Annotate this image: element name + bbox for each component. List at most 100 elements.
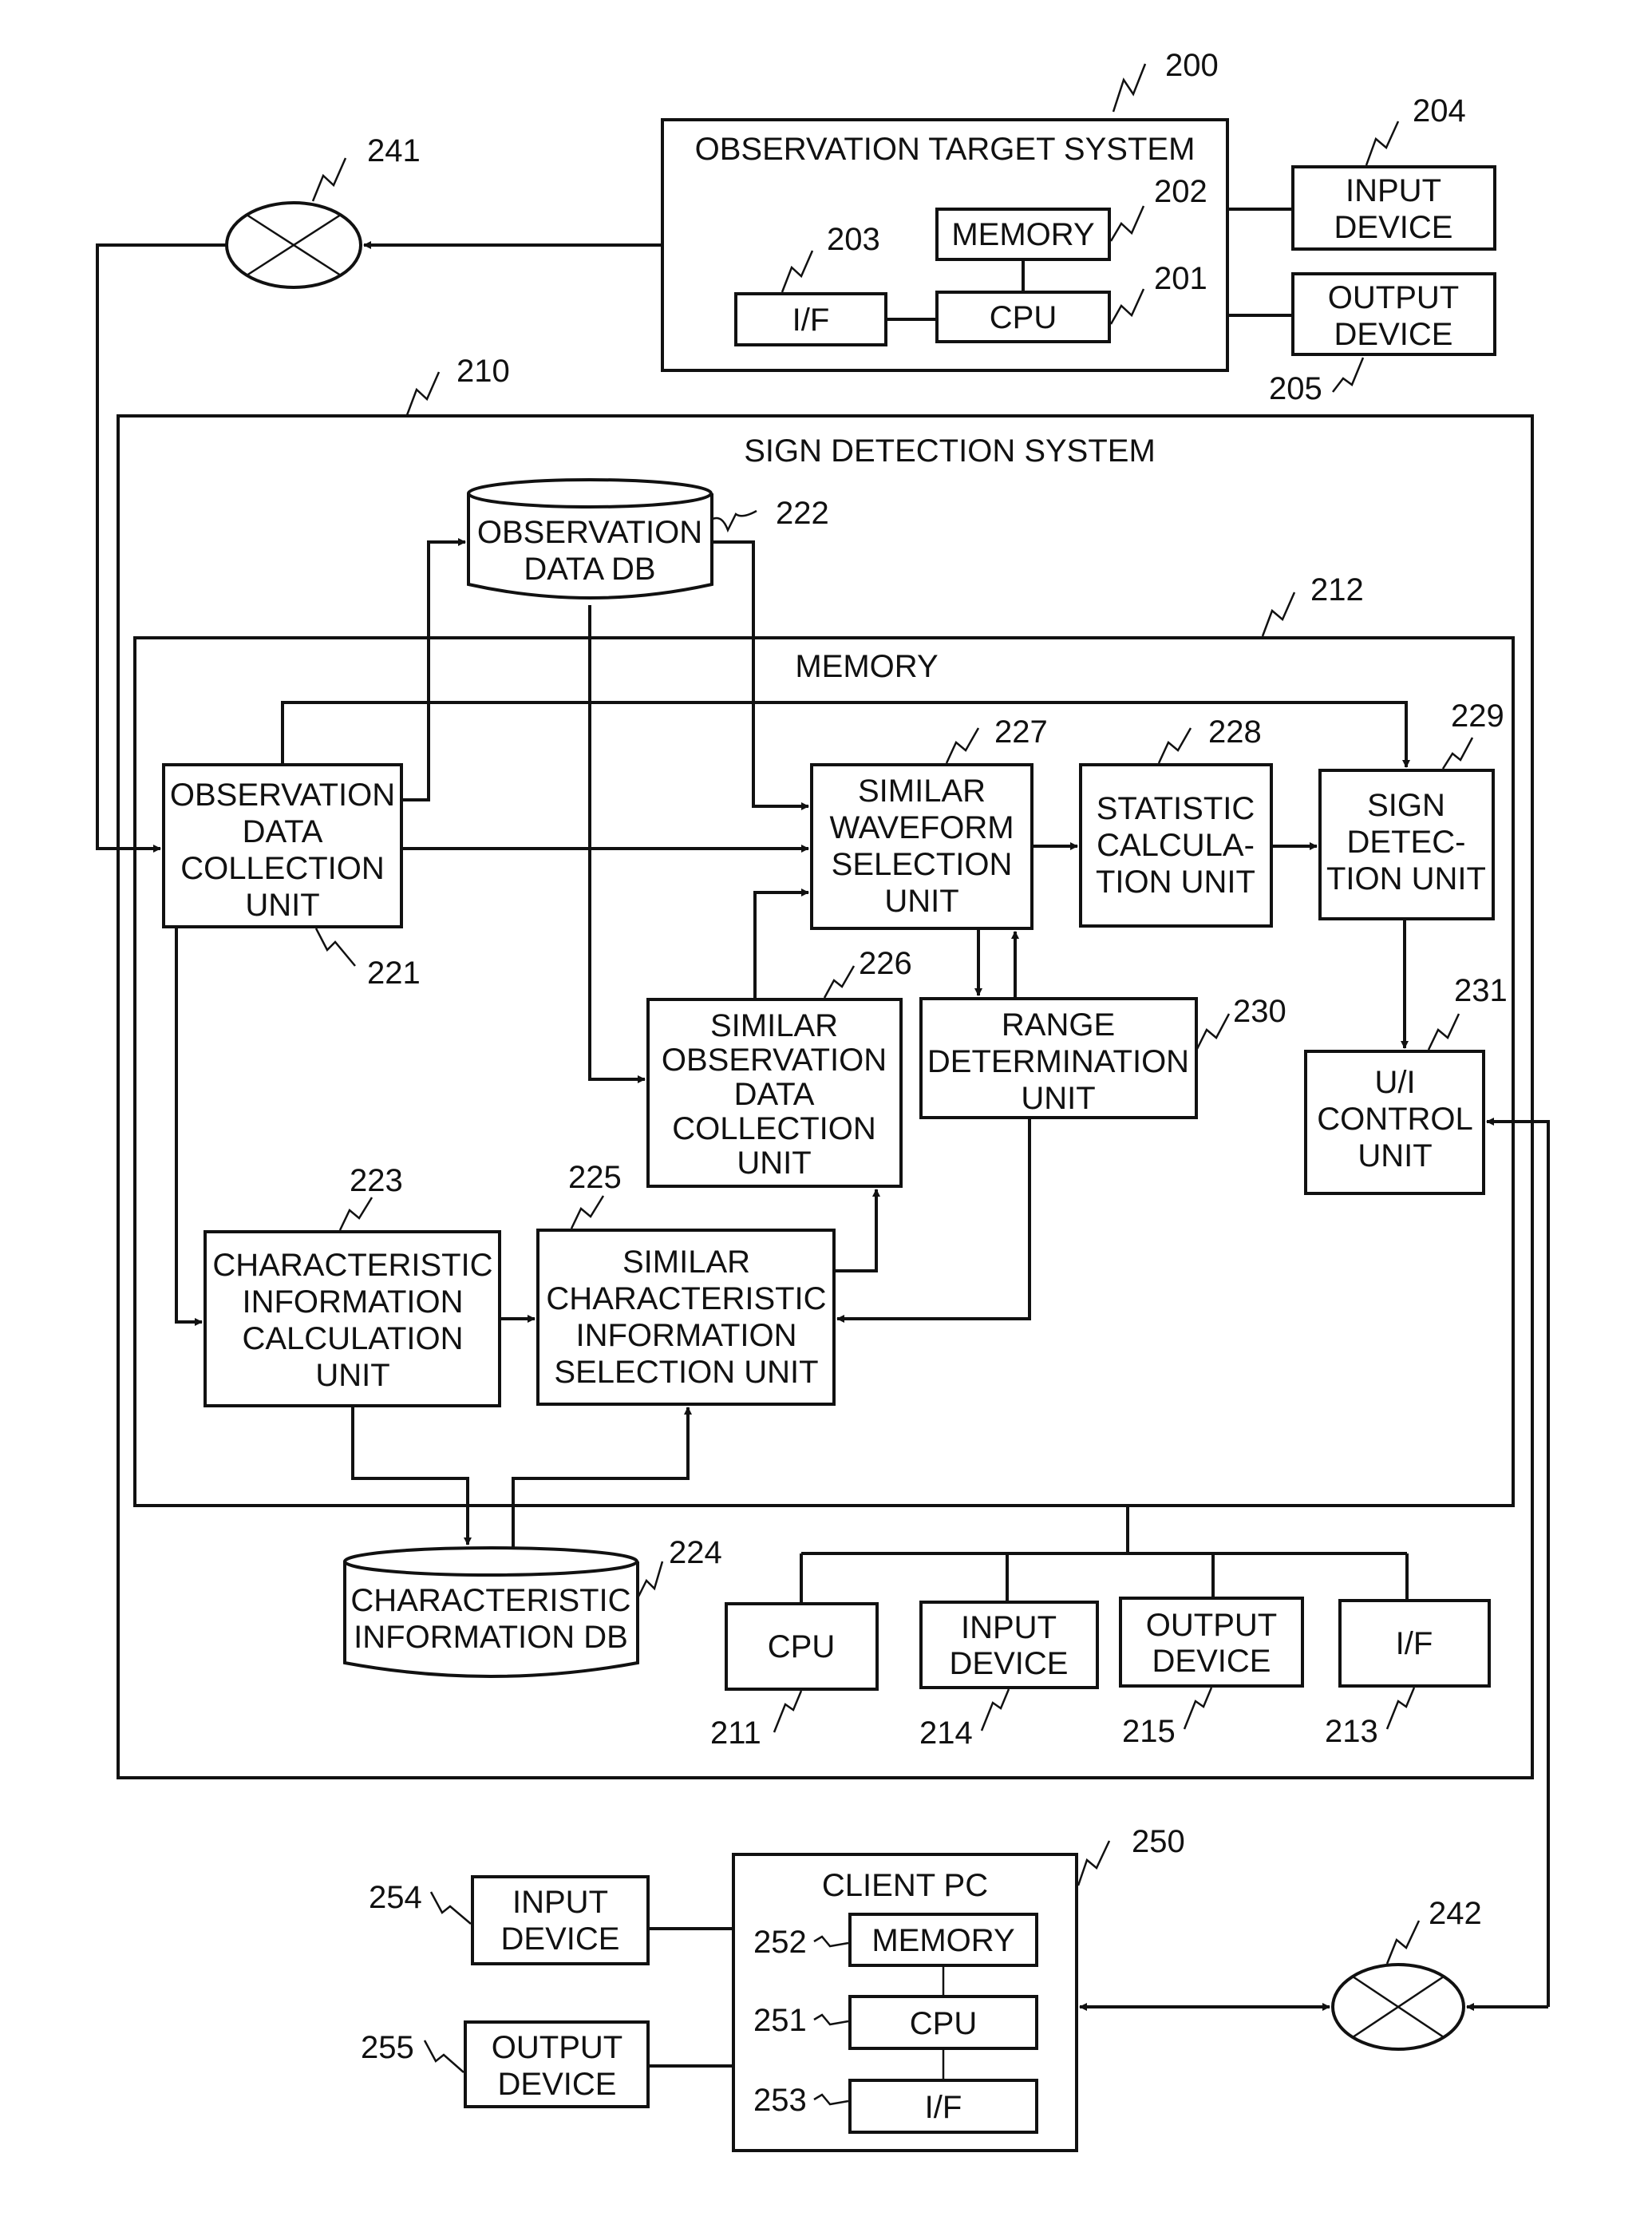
ref-225: 225 xyxy=(568,1160,622,1195)
range-line2: DETERMINATION xyxy=(927,1044,1189,1079)
hardware-bus xyxy=(800,1506,1409,1604)
stat-line1: STATISTIC xyxy=(1097,791,1255,826)
ref-254: 254 xyxy=(369,1880,422,1915)
leader-250 xyxy=(1077,1840,1111,1886)
interface-213: I/F 213 xyxy=(1325,1599,1491,1749)
target-output-device-line1: OUTPUT xyxy=(1328,280,1459,315)
ref-215: 215 xyxy=(1122,1714,1176,1749)
cidb-line2: INFORMATION DB xyxy=(354,1620,628,1655)
sign-detection-system: SIGN DETECTION SYSTEM 210 OBSERVATION DA… xyxy=(117,354,1534,1779)
network-to-ui-arrow xyxy=(1486,1118,1550,2007)
leader-224 xyxy=(637,1561,664,1597)
leader-214 xyxy=(980,1688,1010,1731)
target-cpu-label: CPU xyxy=(990,300,1057,335)
leader-213 xyxy=(1385,1687,1416,1730)
sign-detection-system-title: SIGN DETECTION SYSTEM xyxy=(744,433,1156,469)
ui-line1: U/I xyxy=(1374,1065,1415,1100)
sign-detection-unit: SIGN DETEC- TION UNIT 229 xyxy=(1318,698,1504,920)
ref-253: 253 xyxy=(753,2083,807,2118)
sodc-line3: DATA xyxy=(734,1077,815,1112)
odc-line3: COLLECTION xyxy=(180,851,385,886)
range-line1: RANGE xyxy=(1002,1007,1115,1043)
leader-226 xyxy=(823,965,856,999)
ref-250: 250 xyxy=(1132,1824,1185,1859)
observation-data-collection-unit: OBSERVATION DATA COLLECTION UNIT 221 xyxy=(162,763,421,991)
ui-control-unit: U/I CONTROL UNIT 231 xyxy=(1304,973,1508,1195)
leader-225 xyxy=(570,1195,605,1229)
block-diagram: marker#arr path { } OBSERVATION TARGET S… xyxy=(96,48,1550,2152)
leader-231 xyxy=(1427,1013,1460,1051)
observation-data-db-line1: OBSERVATION xyxy=(477,515,702,550)
ref-230: 230 xyxy=(1233,994,1286,1029)
observation-data-db: OBSERVATION DATA DB 222 xyxy=(467,478,829,600)
sws-line3: SELECTION xyxy=(832,847,1013,882)
stat-line2: CALCULA- xyxy=(1097,828,1255,863)
leader-242 xyxy=(1385,1920,1421,1965)
sdu-line1: SIGN xyxy=(1367,788,1445,823)
input-214-line1: INPUT xyxy=(961,1610,1057,1645)
sodc-line5: UNIT xyxy=(737,1146,811,1181)
ref-252: 252 xyxy=(753,1925,807,1960)
obsdb-to-similar-obs-arrow xyxy=(588,605,646,1083)
ref-203: 203 xyxy=(827,222,880,257)
sodc-line4: COLLECTION xyxy=(672,1111,876,1146)
observation-data-db-line2: DATA DB xyxy=(524,552,655,587)
ref-226: 226 xyxy=(859,946,912,981)
leader-200 xyxy=(1112,63,1147,113)
leader-215 xyxy=(1183,1687,1213,1730)
observation-data-db-top xyxy=(467,478,713,509)
leader-228 xyxy=(1157,727,1192,764)
target-output-device: OUTPUT DEVICE 205 xyxy=(1227,272,1496,406)
leader-227 xyxy=(945,727,980,764)
characteristic-information-db-top xyxy=(343,1546,638,1577)
characteristic-information-db: CHARACTERISTIC INFORMATION DB 224 xyxy=(343,1535,722,1678)
output-215-line1: OUTPUT xyxy=(1146,1608,1277,1643)
char-calc-to-chardb-arrow xyxy=(351,1406,472,1545)
similar-char-to-similar-obs-arrow xyxy=(834,1189,880,1272)
leader-211 xyxy=(773,1690,803,1733)
statistic-calculation-unit: STATISTIC CALCULA- TION UNIT 228 xyxy=(1079,714,1273,928)
odc-line2: DATA xyxy=(243,814,323,849)
ref-204: 204 xyxy=(1413,93,1466,129)
ui-line3: UNIT xyxy=(1358,1138,1432,1173)
cic-line4: UNIT xyxy=(315,1358,389,1393)
network-241: 241 xyxy=(225,133,421,289)
ui-line2: CONTROL xyxy=(1317,1102,1473,1137)
leader-230 xyxy=(1196,1013,1231,1050)
client-output-device: OUTPUT DEVICE 255 xyxy=(361,2020,733,2108)
client-memory-label: MEMORY xyxy=(871,1923,1014,1958)
ref-242: 242 xyxy=(1429,1896,1482,1931)
leader-205 xyxy=(1332,357,1365,393)
network-242: 242 xyxy=(1331,1896,1482,2051)
cpu-211: CPU 211 xyxy=(710,1602,879,1751)
cic-line2: INFORMATION xyxy=(242,1284,463,1320)
collection-to-obsdb-arrow xyxy=(401,538,466,801)
cpu-211-label: CPU xyxy=(768,1629,835,1664)
client-cpu-label: CPU xyxy=(910,2006,977,2041)
sws-line2: WAVEFORM xyxy=(829,810,1014,845)
chardb-to-similar-char-arrow xyxy=(512,1407,692,1549)
similar-obs-to-waveform-arrow xyxy=(753,888,809,999)
sws-line4: UNIT xyxy=(884,884,958,919)
ref-255: 255 xyxy=(361,2030,414,2065)
target-input-device-line2: DEVICE xyxy=(1334,210,1453,245)
ref-214: 214 xyxy=(919,1716,973,1751)
ref-221: 221 xyxy=(367,956,421,991)
range-determination-unit: RANGE DETERMINATION UNIT 230 xyxy=(919,994,1286,1119)
odc-line4: UNIT xyxy=(245,888,319,923)
sodc-line1: SIMILAR xyxy=(710,1008,838,1043)
target-output-device-line2: DEVICE xyxy=(1334,317,1453,352)
sws-line1: SIMILAR xyxy=(858,774,986,809)
client-pc: CLIENT PC 250 MEMORY CPU I/F 252 251 253 xyxy=(732,1824,1185,2152)
leader-204 xyxy=(1365,121,1400,166)
ref-201: 201 xyxy=(1154,261,1207,296)
cidb-line1: CHARACTERISTIC xyxy=(350,1583,630,1618)
ref-212: 212 xyxy=(1310,572,1364,607)
leader-241 xyxy=(311,157,347,202)
target-memory-label: MEMORY xyxy=(951,217,1094,252)
ref-251: 251 xyxy=(753,2003,807,2038)
input-device-214: INPUT DEVICE 214 xyxy=(919,1601,1099,1751)
ref-223: 223 xyxy=(350,1163,403,1198)
leader-255 xyxy=(423,2040,464,2073)
leader-223 xyxy=(338,1197,373,1231)
